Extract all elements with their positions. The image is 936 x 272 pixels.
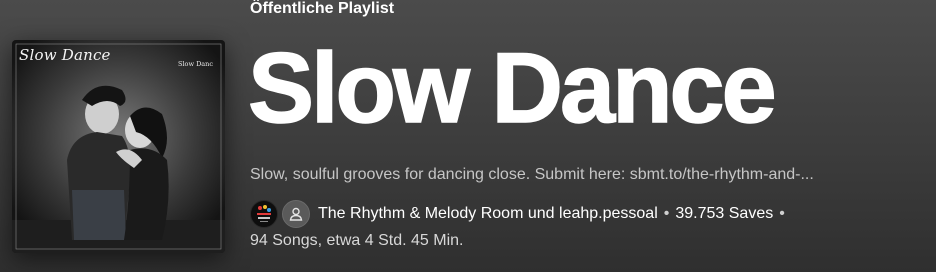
playlist-owners: The Rhythm & Melody Room und leahp.pesso… — [318, 205, 658, 223]
meta-separator: • — [663, 205, 670, 222]
owner-link-leahp[interactable]: leahp.pessoal — [559, 205, 658, 222]
cover-photo-art — [12, 40, 225, 253]
meta-separator-2: • — [779, 205, 785, 222]
playlist-title[interactable]: Slow Dance — [247, 37, 777, 138]
playlist-type-label: Öffentliche Playlist — [250, 0, 395, 17]
playlist-header: Slow Dance Slow Danc Öffentliche Playlis… — [0, 0, 936, 272]
songs-duration: 94 Songs, etwa 4 Std. 45 Min. — [250, 232, 464, 249]
owner-link-rhythm-melody-room[interactable]: The Rhythm & Melody Room — [318, 205, 523, 222]
playlist-meta: The Rhythm & Melody Room und leahp.pesso… — [250, 200, 791, 228]
user-icon — [289, 207, 303, 221]
saves-count: 39.753 Saves — [675, 205, 774, 222]
collaborator-avatar[interactable] — [282, 200, 310, 228]
playlist-cover-image[interactable]: Slow Dance Slow Danc — [12, 40, 225, 253]
cover-title-text: Slow Dance — [19, 46, 111, 64]
playlist-description: Slow, soulful grooves for dancing close.… — [250, 166, 814, 183]
cover-subtitle-text: Slow Danc — [178, 60, 213, 68]
owner-avatar[interactable] — [250, 200, 278, 228]
owners-conjunction: und — [527, 205, 555, 222]
